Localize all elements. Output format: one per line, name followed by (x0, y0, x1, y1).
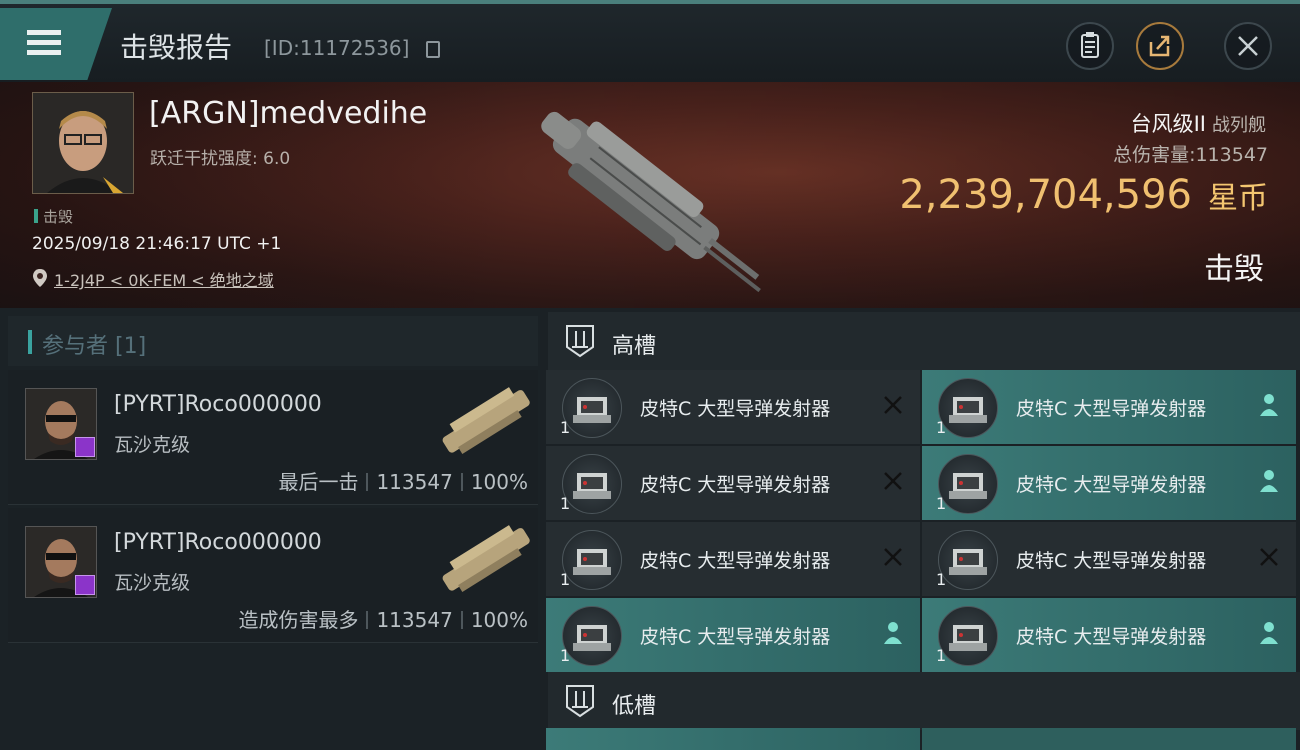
module-quantity: 1 (560, 570, 571, 589)
missile-launcher-icon (938, 378, 998, 438)
module-name: 皮特C 大型导弹发射器 (1016, 550, 1207, 572)
module-name: 皮特C 大型导弹发射器 (640, 550, 831, 572)
high-slot-icon (566, 325, 594, 358)
module-slot[interactable]: 1 皮特C 大型导弹发射器 (922, 446, 1296, 520)
module-slot[interactable]: 1 皮特C 大型导弹发射器 (546, 446, 920, 520)
total-damage: 总伤害量:113547 (1113, 144, 1268, 166)
close-button[interactable] (1224, 22, 1272, 70)
module-name: 皮特C 大型导弹发射器 (640, 474, 831, 496)
module-name: 皮特C 大型导弹发射器 (1016, 398, 1207, 420)
module-name: 皮特C 大型导弹发射器 (640, 626, 831, 648)
missile-launcher-icon (562, 606, 622, 666)
low-slot-module-partial[interactable] (922, 728, 1296, 750)
module-quantity: 1 (560, 418, 571, 437)
participant-ship-image (442, 387, 530, 454)
module-quantity: 1 (936, 646, 947, 665)
missile-launcher-icon (938, 606, 998, 666)
module-slot[interactable]: 1 皮特C 大型导弹发射器 (922, 598, 1296, 672)
dropped-person-icon (1260, 622, 1278, 644)
kill-datetime: 2025/09/18 21:46:17 UTC +1 (32, 234, 282, 254)
destroyed-x-icon (884, 396, 902, 414)
missile-launcher-icon (562, 530, 622, 590)
top-bar: 击毁报告 [ID:11172536] (0, 0, 1300, 82)
report-id: [ID:11172536] (264, 36, 410, 60)
participant-ship-image (442, 525, 530, 592)
location-link[interactable]: 1-2J4P < 0K-FEM < 绝地之域 (54, 267, 274, 291)
copy-id-icon[interactable] (426, 41, 440, 58)
low-slot-icon (566, 685, 594, 718)
module-name: 皮特C 大型导弹发射器 (640, 398, 831, 420)
clipboard-icon (1081, 32, 1099, 58)
dropped-person-icon (1260, 394, 1278, 416)
location-pin-icon (33, 269, 47, 287)
missile-launcher-icon (562, 454, 622, 514)
participant-stats: 造成伤害最多 113547 100% (238, 608, 528, 632)
corp-badge-icon (75, 575, 95, 595)
victim-name: [ARGN]medvedihe (149, 96, 428, 131)
victim-portrait[interactable] (32, 92, 134, 194)
participant-stats: 最后一击 113547 100% (278, 470, 528, 494)
victim-ship-class: 台风级II 战列舰 (1130, 112, 1266, 136)
corp-badge-icon (75, 437, 95, 457)
module-slot[interactable]: 1 皮特C 大型导弹发射器 (546, 370, 920, 444)
dropped-person-icon (1260, 470, 1278, 492)
share-button[interactable] (1136, 22, 1184, 70)
dropped-person-icon (884, 622, 902, 644)
participant-ship: 瓦沙克级 (114, 434, 191, 456)
low-slot-header: 低槽 (548, 672, 1300, 730)
page-title: 击毁报告 (120, 31, 233, 64)
module-quantity: 1 (560, 494, 571, 513)
status-badge: 击毁 (34, 206, 73, 227)
destroyed-x-icon (884, 472, 902, 490)
destroyed-x-icon (1260, 548, 1278, 566)
warp-strength: 跃迁干扰强度: 6.0 (150, 149, 291, 169)
participant-name: [PYRT]Roco000000 (114, 530, 322, 555)
module-slot[interactable]: 1 皮特C 大型导弹发射器 (922, 522, 1296, 596)
clipboard-button[interactable] (1066, 22, 1114, 70)
destroyed-x-icon (884, 548, 902, 566)
share-icon (1149, 35, 1170, 57)
module-quantity: 1 (936, 494, 947, 513)
close-icon (1238, 36, 1258, 56)
module-quantity: 1 (936, 570, 947, 589)
menu-button[interactable] (0, 8, 112, 80)
module-quantity: 1 (560, 646, 571, 665)
module-slot[interactable]: 1 皮特C 大型导弹发射器 (546, 598, 920, 672)
module-slot[interactable]: 1 皮特C 大型导弹发射器 (546, 522, 920, 596)
victim-ship-image (541, 111, 761, 293)
missile-launcher-icon (562, 378, 622, 438)
low-slot-module-partial[interactable] (546, 728, 920, 750)
missile-launcher-icon (938, 454, 998, 514)
victim-banner: [ARGN]medvedihe 跃迁干扰强度: 6.0 击毁 2025/09/1… (0, 82, 1300, 308)
module-name: 皮特C 大型导弹发射器 (1016, 626, 1207, 648)
module-slot[interactable]: 1 皮特C 大型导弹发射器 (922, 370, 1296, 444)
participant-row[interactable]: [PYRT]Roco000000 瓦沙克级 造成伤害最多 113547 100% (8, 508, 538, 643)
module-quantity: 1 (936, 418, 947, 437)
isk-value: 2,239,704,596 星币 (899, 172, 1268, 218)
missile-launcher-icon (938, 530, 998, 590)
module-name: 皮特C 大型导弹发射器 (1016, 474, 1207, 496)
kill-result: 击毁 (1204, 252, 1264, 287)
participant-name: [PYRT]Roco000000 (114, 392, 322, 417)
participant-ship: 瓦沙克级 (114, 572, 191, 594)
participant-row[interactable]: [PYRT]Roco000000 瓦沙克级 最后一击 113547 100% (8, 370, 538, 505)
high-slot-header: 高槽 (548, 312, 1300, 370)
participants-header: 参与者 [1] (8, 316, 538, 366)
